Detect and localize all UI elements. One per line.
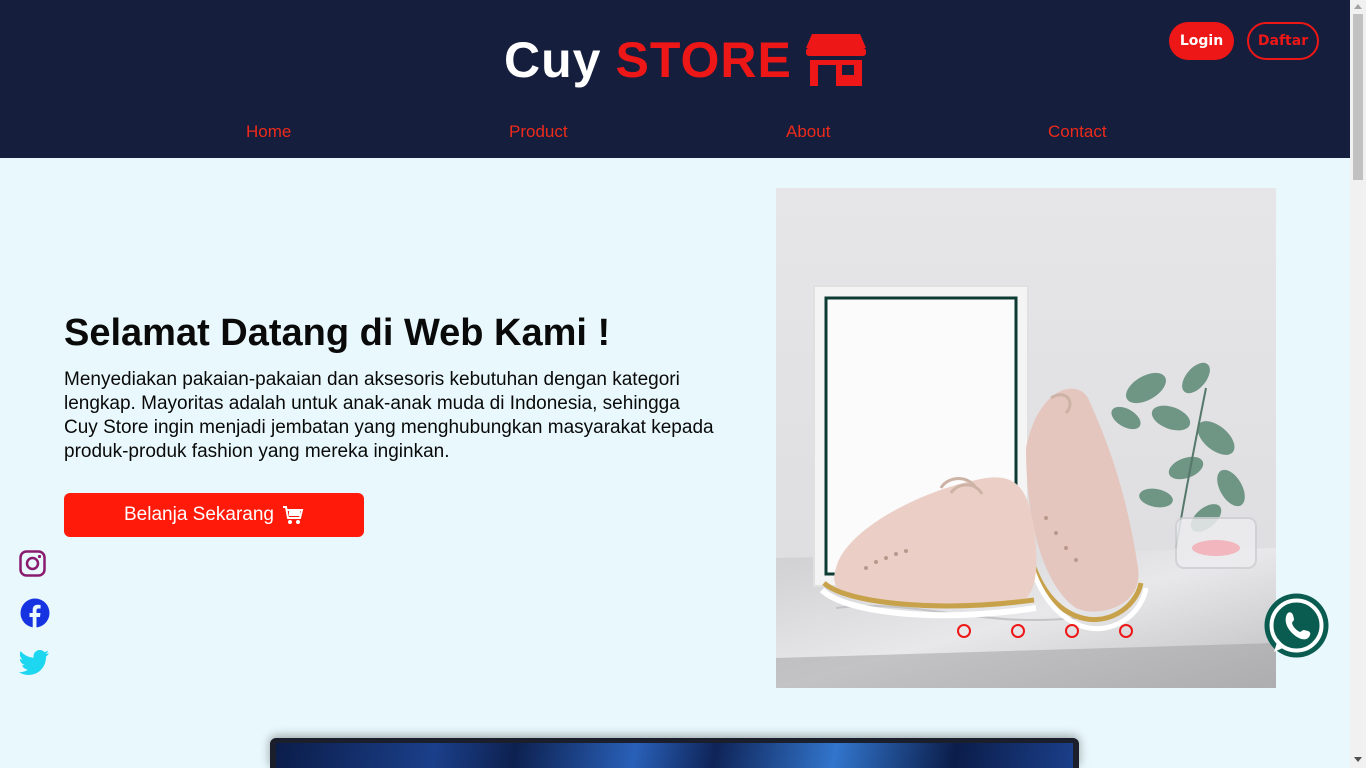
cart-icon — [283, 506, 304, 524]
facebook-icon[interactable] — [20, 598, 50, 628]
carousel-dot-3[interactable] — [1065, 624, 1079, 638]
nav-contact[interactable]: Contact — [1048, 122, 1107, 142]
login-button[interactable]: Login — [1169, 22, 1234, 60]
site-logo[interactable]: Cuy STORE — [504, 30, 866, 90]
nav-product[interactable]: Product — [509, 122, 568, 142]
brand-name-part1: Cuy — [504, 32, 602, 88]
carousel-dot-4[interactable] — [1119, 624, 1133, 638]
shoes-product-image — [776, 188, 1276, 688]
scroll-thumb[interactable] — [1353, 14, 1363, 180]
store-icon — [805, 34, 866, 86]
whatsapp-icon[interactable] — [1263, 592, 1330, 659]
hero-description: Menyediakan pakaian-pakaian dan aksesori… — [64, 369, 714, 462]
scroll-down-arrow[interactable] — [1354, 757, 1362, 762]
register-button[interactable]: Daftar — [1247, 22, 1319, 60]
carousel-dot-2[interactable] — [1011, 624, 1025, 638]
twitter-icon[interactable] — [19, 650, 50, 676]
laptop-preview-image — [270, 738, 1079, 768]
page-scrollbar[interactable] — [1350, 0, 1366, 768]
shop-now-label: Belanja Sekarang — [124, 504, 274, 525]
nav-home[interactable]: Home — [246, 122, 291, 142]
instagram-icon[interactable] — [19, 550, 46, 577]
hero-carousel[interactable] — [776, 188, 1276, 688]
laptop-screen — [276, 743, 1073, 768]
site-header: Cuy STORE Login Daftar Home Product Abou… — [0, 0, 1350, 158]
brand-name-part2: STORE — [615, 32, 792, 88]
hero-title: Selamat Datang di Web Kami ! — [64, 312, 611, 354]
nav-about[interactable]: About — [786, 122, 830, 142]
shop-now-button[interactable]: Belanja Sekarang — [64, 493, 364, 537]
carousel-dot-1[interactable] — [957, 624, 971, 638]
scroll-up-arrow[interactable] — [1354, 4, 1362, 9]
